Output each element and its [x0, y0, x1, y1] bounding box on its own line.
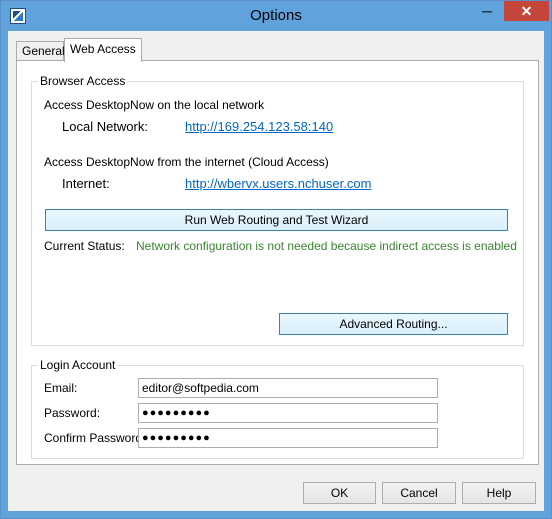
- browser-access-group: Browser Access Access DesktopNow on the …: [31, 74, 524, 346]
- login-account-group: Login Account Email: editor@softpedia.co…: [31, 358, 524, 459]
- local-network-label: Local Network:: [62, 119, 148, 134]
- local-network-link[interactable]: http://169.254.123.58:140: [185, 119, 333, 134]
- current-status-label: Current Status:: [44, 239, 125, 253]
- browser-access-group-label: Browser Access: [38, 74, 128, 88]
- advanced-routing-button[interactable]: Advanced Routing...: [279, 313, 508, 335]
- email-label: Email:: [44, 381, 78, 395]
- internet-label: Internet:: [62, 176, 110, 191]
- ok-button[interactable]: OK: [303, 482, 376, 504]
- options-window: Options ─ ✕ General Web Access Browser A…: [0, 0, 552, 519]
- help-button[interactable]: Help: [462, 482, 536, 504]
- local-network-heading: Access DesktopNow on the local network: [44, 98, 265, 112]
- password-field[interactable]: ●●●●●●●●●: [138, 403, 438, 423]
- confirm-password-label: Confirm Password:: [44, 431, 146, 445]
- tab-general[interactable]: General: [16, 41, 65, 60]
- internet-heading: Access DesktopNow from the internet (Clo…: [44, 155, 329, 169]
- minimize-button[interactable]: ─: [474, 1, 500, 21]
- run-wizard-button[interactable]: Run Web Routing and Test Wizard: [45, 209, 508, 231]
- internet-link[interactable]: http://wbervx.users.nchuser.com: [185, 176, 371, 191]
- email-field[interactable]: editor@softpedia.com: [138, 378, 438, 398]
- web-access-panel: Browser Access Access DesktopNow on the …: [16, 60, 539, 465]
- cancel-button[interactable]: Cancel: [382, 482, 456, 504]
- current-status-text: Network configuration is not needed beca…: [136, 239, 517, 253]
- dialog-client: General Web Access Browser Access Access…: [8, 31, 544, 511]
- login-account-group-label: Login Account: [38, 358, 118, 372]
- window-title: Options: [250, 7, 302, 24]
- close-button[interactable]: ✕: [504, 1, 549, 21]
- title-bar: Options ─ ✕: [1, 1, 551, 31]
- tab-web-access[interactable]: Web Access: [64, 38, 142, 62]
- confirm-password-field[interactable]: ●●●●●●●●●: [138, 428, 438, 448]
- password-label: Password:: [44, 406, 101, 420]
